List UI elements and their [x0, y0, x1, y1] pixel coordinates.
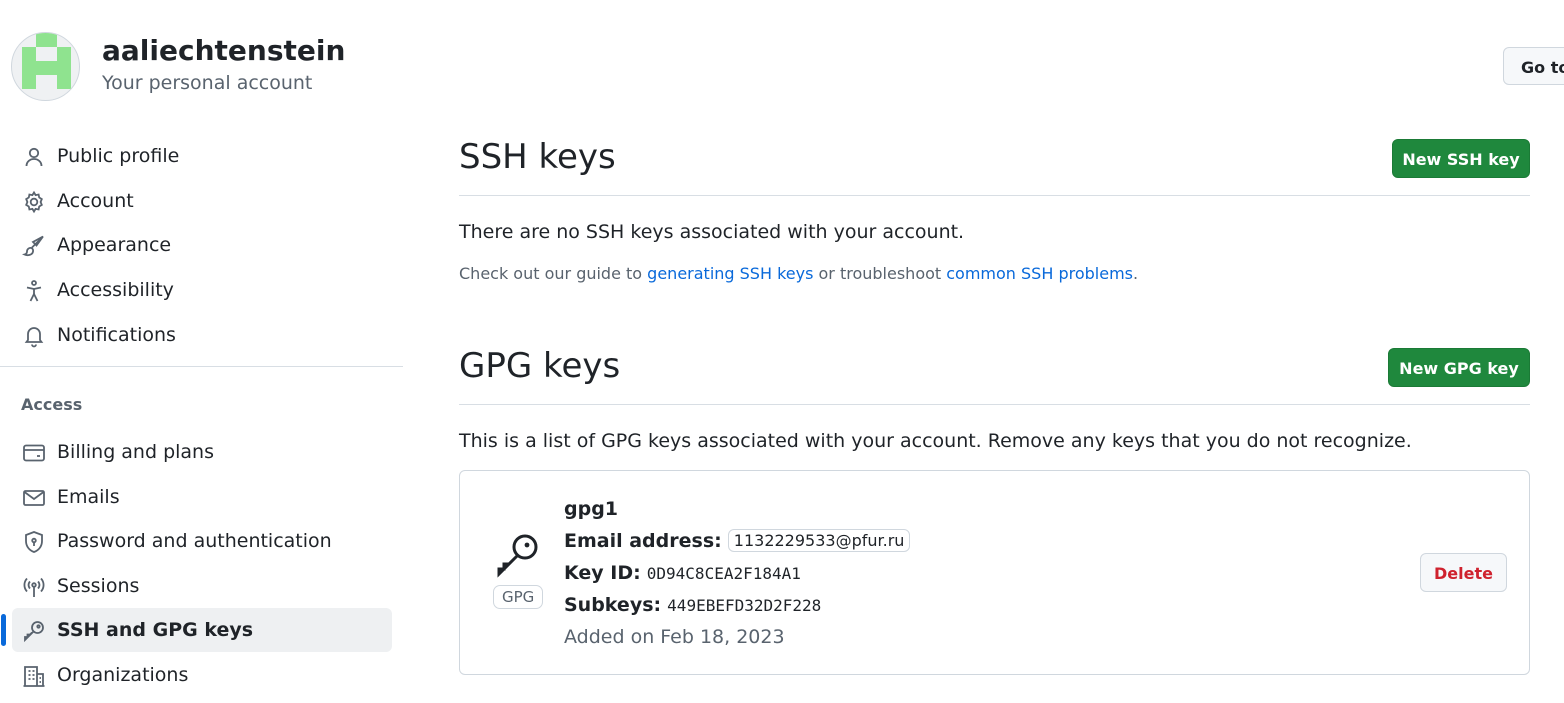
ssh-divider	[459, 195, 1530, 196]
gpg-keys-title: GPG keys	[459, 346, 621, 386]
help-suffix: .	[1133, 264, 1139, 283]
key-icon	[497, 534, 538, 578]
gpg-badge: GPG	[493, 585, 544, 609]
account-subtitle: Your personal account	[102, 72, 313, 94]
key-id-row: Key ID: 0D94C8CEA2F184A1	[564, 562, 801, 584]
sidebar-item-billing[interactable]: Billing and plans	[12, 430, 392, 474]
subkeys-label: Subkeys:	[564, 594, 662, 616]
key-name: gpg1	[564, 498, 619, 520]
sidebar-item-label: Billing and plans	[57, 441, 215, 463]
common-ssh-problems-link[interactable]: common SSH problems	[946, 264, 1133, 283]
gpg-divider	[459, 404, 1530, 405]
sidebar-item-appearance[interactable]: Appearance	[12, 223, 392, 267]
gear-icon	[25, 190, 43, 214]
person-icon	[25, 147, 43, 167]
mail-icon	[23, 490, 45, 506]
sidebar-item-password[interactable]: Password and authentication	[12, 519, 392, 563]
bell-icon	[24, 327, 44, 348]
key-icon	[24, 621, 44, 643]
sidebar-item-label: Organizations	[57, 664, 189, 686]
help-middle: or troubleshoot	[813, 264, 947, 283]
help-prefix: Check out our guide to	[459, 264, 648, 283]
sidebar-item-notifications[interactable]: Notifications	[12, 313, 392, 357]
sidebar-item-label: SSH and GPG keys	[57, 619, 254, 641]
sidebar-item-label: Appearance	[57, 234, 172, 256]
sidebar-item-label: Sessions	[57, 575, 140, 597]
delete-key-button[interactable]: Delete	[1420, 553, 1507, 592]
gpg-description: This is a list of GPG keys associated wi…	[459, 430, 1412, 452]
go-to-profile-button[interactable]: Go to your personal profile	[1503, 47, 1564, 85]
sidebar-item-label: Accessibility	[57, 279, 174, 301]
subkeys-row: Subkeys: 449EBEFD32D2F228	[564, 594, 821, 616]
account-username[interactable]: aaliechtenstein	[102, 34, 345, 67]
credit-card-icon	[23, 444, 45, 462]
sidebar-item-label: Public profile	[57, 145, 180, 167]
key-email-value: 1132229533@pfur.ru	[727, 529, 911, 552]
organization-icon	[23, 666, 45, 687]
ssh-empty-text: There are no SSH keys associated with yo…	[459, 221, 965, 243]
new-ssh-key-button[interactable]: New SSH key	[1392, 139, 1530, 178]
broadcast-icon	[23, 577, 45, 597]
key-added-date: Added on Feb 18, 2023	[564, 626, 785, 648]
sidebar-item-label: Account	[57, 190, 134, 212]
sidebar-item-organizations[interactable]: Organizations	[12, 653, 392, 697]
sidebar-item-emails[interactable]: Emails	[12, 475, 392, 519]
key-id-value: 0D94C8CEA2F184A1	[646, 564, 801, 583]
sidebar-item-label: Notifications	[57, 324, 176, 346]
key-email-row: Email address: 1132229533@pfur.ru	[564, 529, 911, 552]
sidebar-item-label: Password and authentication	[57, 530, 332, 552]
shield-lock-icon	[25, 531, 43, 553]
ssh-help-text: Check out our guide to generating SSH ke…	[459, 264, 1138, 283]
accessibility-icon	[26, 280, 42, 302]
generating-ssh-keys-link[interactable]: generating SSH keys	[647, 264, 813, 283]
new-gpg-key-button[interactable]: New GPG key	[1388, 348, 1530, 387]
sidebar-item-ssh-gpg-keys[interactable]: SSH and GPG keys	[1, 608, 392, 652]
sidebar-divider	[0, 366, 403, 367]
paintbrush-icon	[22, 235, 44, 257]
avatar[interactable]	[11, 32, 80, 101]
gpg-key-item: GPG gpg1 Email address: 1132229533@pfur.…	[459, 470, 1530, 675]
sidebar-item-sessions[interactable]: Sessions	[12, 564, 392, 608]
sidebar-item-label: Emails	[57, 486, 120, 508]
subkeys-value: 449EBEFD32D2F228	[667, 596, 822, 615]
sidebar-item-public-profile[interactable]: Public profile	[12, 134, 392, 178]
sidebar-item-accessibility[interactable]: Accessibility	[12, 268, 392, 312]
email-label: Email address:	[564, 530, 722, 552]
sidebar-item-account[interactable]: Account	[12, 179, 392, 223]
sidebar-heading-access: Access	[21, 395, 83, 414]
ssh-keys-title: SSH keys	[459, 137, 616, 177]
key-id-label: Key ID:	[564, 562, 641, 584]
active-marker	[1, 614, 6, 646]
